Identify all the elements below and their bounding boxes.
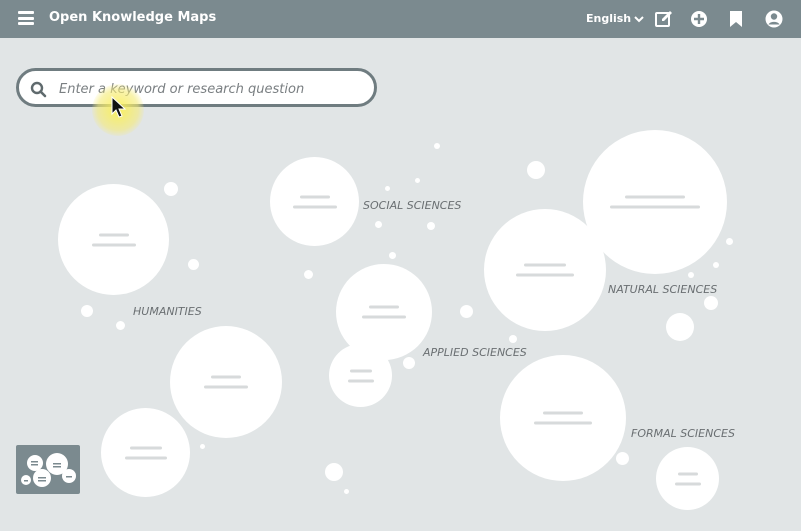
topic-bubble[interactable] <box>270 157 359 246</box>
map-dot <box>403 357 415 369</box>
map-dot <box>304 270 313 279</box>
chevron-down-icon <box>634 15 644 22</box>
map-thumbnail[interactable] <box>16 445 80 494</box>
label-social-sciences[interactable]: SOCIAL SCIENCES <box>363 199 461 212</box>
map-dot <box>666 313 694 341</box>
bookmark-icon[interactable] <box>726 9 746 29</box>
topic-bubble[interactable] <box>329 344 392 407</box>
app-title[interactable]: Open Knowledge Maps <box>49 10 216 25</box>
label-formal-sciences[interactable]: FORMAL SCIENCES <box>631 427 735 440</box>
map-dot <box>616 452 629 465</box>
mouse-pointer-icon <box>111 96 127 118</box>
map-dot <box>164 182 178 196</box>
label-natural-sciences[interactable]: NATURAL SCIENCES <box>608 283 717 296</box>
topic-bubble[interactable] <box>500 355 626 481</box>
language-selector[interactable]: English <box>586 12 644 25</box>
topic-bubble[interactable] <box>583 130 727 274</box>
edit-icon[interactable] <box>654 9 674 29</box>
map-logo-icon <box>21 453 76 487</box>
search-bar[interactable] <box>16 68 377 107</box>
map-dot <box>688 272 694 278</box>
language-label: English <box>586 12 632 25</box>
map-dot <box>385 186 390 191</box>
map-dot <box>344 489 349 494</box>
map-dot <box>713 262 719 268</box>
map-dot <box>434 143 440 149</box>
label-applied-sciences[interactable]: APPLIED SCIENCES <box>423 346 527 359</box>
map-dot <box>427 222 435 230</box>
label-humanities[interactable]: HUMANITIES <box>133 305 202 318</box>
topic-bubble[interactable] <box>58 184 169 295</box>
map-dot <box>527 161 545 179</box>
user-circle-icon[interactable] <box>764 9 784 29</box>
map-dot <box>200 444 205 449</box>
top-bar: Open Knowledge Maps English <box>0 0 801 38</box>
map-dot <box>325 463 343 481</box>
search-icon <box>30 81 47 98</box>
map-dot <box>415 178 420 183</box>
map-dot <box>375 221 382 228</box>
map-dot <box>704 296 718 310</box>
map-dot <box>188 259 199 270</box>
map-dot <box>389 252 396 259</box>
topic-bubble[interactable] <box>101 408 190 497</box>
map-dot <box>460 305 473 318</box>
topic-bubble[interactable] <box>170 326 282 438</box>
plus-circle-icon[interactable] <box>689 9 709 29</box>
map-dot <box>81 305 93 317</box>
hamburger-menu-icon[interactable] <box>18 11 34 25</box>
map-dot <box>116 321 125 330</box>
topic-bubble[interactable] <box>656 447 719 510</box>
map-dot <box>509 335 517 343</box>
map-dot <box>726 238 733 245</box>
